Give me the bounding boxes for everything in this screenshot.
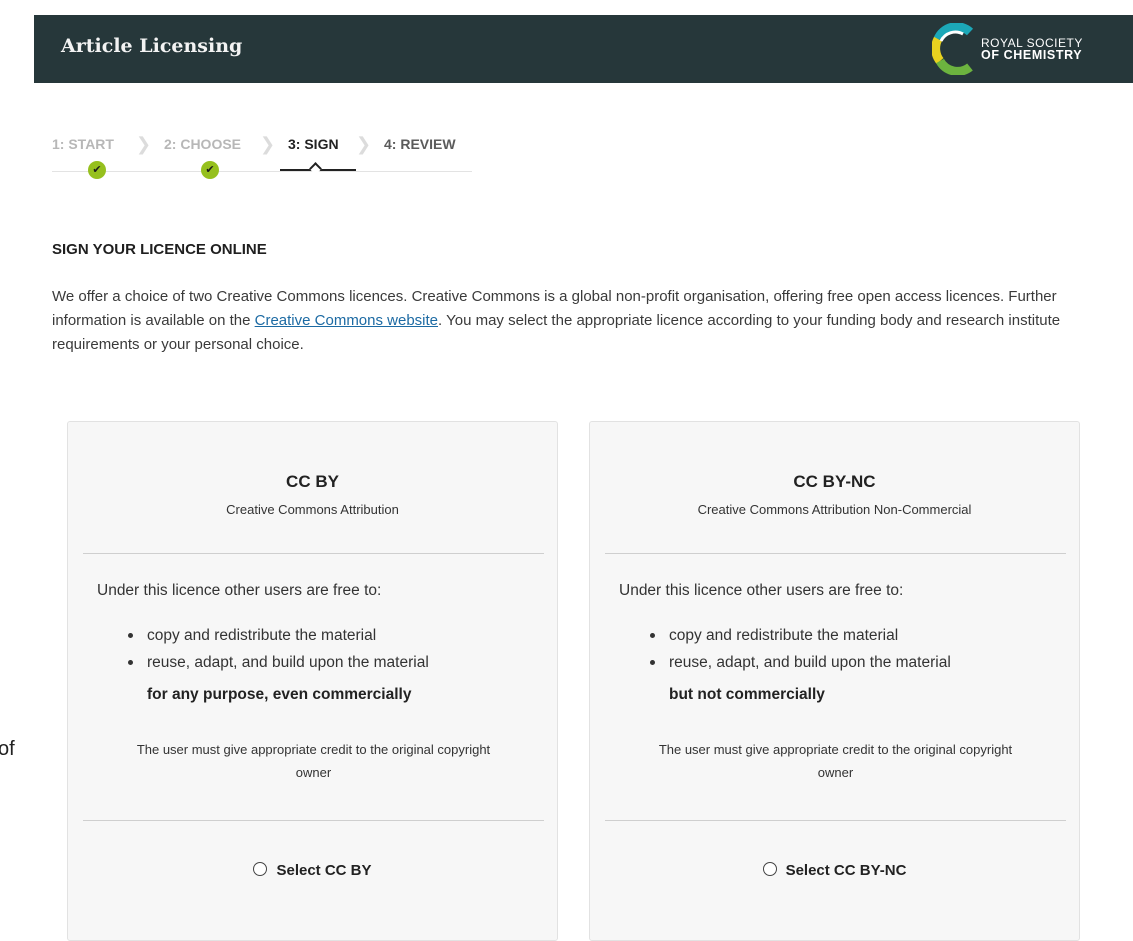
step-review[interactable]: 4: REVIEW	[384, 136, 456, 152]
step-separator-icon: ❯	[260, 134, 276, 154]
creative-commons-link[interactable]: Creative Commons website	[255, 312, 438, 329]
logo-line-2: OF CHEMISTRY	[981, 48, 1083, 62]
intro-paragraph: We offer a choice of two Creative Common…	[52, 285, 1112, 357]
progress-stepper: 1: START ❯ 2: CHOOSE ❯ 3: SIGN ❯ 4: REVI…	[52, 128, 472, 179]
licence-credit-note: The user must give appropriate credit to…	[136, 742, 491, 780]
app-title: Article Licensing	[61, 35, 243, 57]
list-item: reuse, adapt, and build upon the materia…	[128, 649, 429, 676]
licence-permissions: copy and redistribute the material reuse…	[128, 622, 429, 676]
section-title: SIGN YOUR LICENCE ONLINE	[52, 241, 267, 258]
licence-card-cc-by-nc: CC BY-NC Creative Commons Attribution No…	[589, 421, 1080, 941]
card-divider	[83, 553, 544, 554]
app-header: Article Licensing ROYAL SOCIETY OF CHEMI…	[34, 15, 1133, 83]
step-sign[interactable]: 3: SIGN	[288, 136, 339, 152]
step-separator-icon: ❯	[356, 134, 372, 154]
list-item: copy and redistribute the material	[650, 622, 951, 649]
card-divider	[605, 820, 1066, 821]
step-choose-check-icon: ✔	[201, 161, 219, 179]
card-divider	[605, 553, 1066, 554]
licence-emphasis: but not commercially	[669, 686, 825, 703]
licence-credit-note: The user must give appropriate credit to…	[658, 742, 1013, 780]
licence-lead: Under this licence other users are free …	[619, 582, 904, 599]
licence-emphasis: for any purpose, even commercially	[147, 686, 412, 703]
list-item: copy and redistribute the material	[128, 622, 429, 649]
clipped-text: of	[0, 738, 15, 760]
licence-subtitle: Creative Commons Attribution	[226, 502, 399, 517]
licence-title: CC BY	[286, 472, 339, 491]
select-cc-by-option[interactable]: Select CC BY	[68, 862, 557, 879]
step-choose[interactable]: 2: CHOOSE	[164, 136, 241, 152]
step-start-check-icon: ✔	[88, 161, 106, 179]
radio-button[interactable]	[762, 862, 777, 876]
logo-wordmark: ROYAL SOCIETY OF CHEMISTRY	[981, 37, 1083, 61]
rsc-logo-icon	[932, 23, 974, 75]
card-divider	[83, 820, 544, 821]
licence-title: CC BY-NC	[793, 472, 876, 491]
select-label: Select CC BY	[276, 862, 372, 879]
active-step-caret-icon	[309, 162, 322, 175]
select-cc-by-nc-option[interactable]: Select CC BY-NC	[590, 862, 1079, 879]
select-label: Select CC BY-NC	[785, 862, 907, 879]
licence-lead: Under this licence other users are free …	[97, 582, 382, 599]
licence-permissions: copy and redistribute the material reuse…	[650, 622, 951, 676]
list-item: reuse, adapt, and build upon the materia…	[650, 649, 951, 676]
licence-card-cc-by: CC BY Creative Commons Attribution Under…	[67, 421, 558, 941]
radio-button[interactable]	[253, 862, 268, 876]
licence-subtitle: Creative Commons Attribution Non-Commerc…	[697, 502, 972, 517]
stepper-track	[52, 171, 472, 172]
step-separator-icon: ❯	[136, 134, 152, 154]
step-start[interactable]: 1: START	[52, 136, 114, 152]
